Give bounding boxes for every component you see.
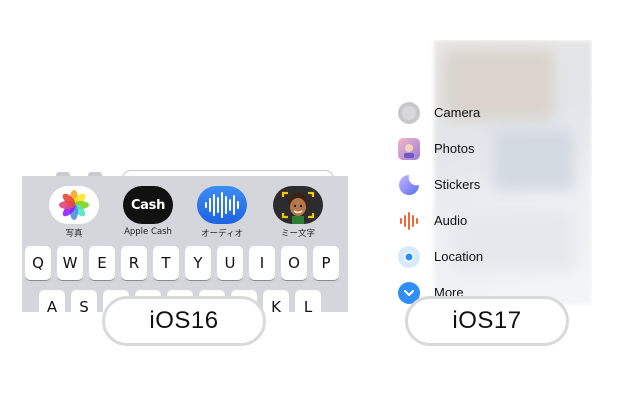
photos-icon [398, 138, 420, 160]
menu-label-location: Location [434, 249, 484, 264]
audio-waveform-icon [197, 186, 247, 224]
ios17-panel: Camera Photos Stickers Audio Location Mo… [392, 40, 592, 305]
caption-ios17: iOS17 [405, 296, 569, 346]
key-q[interactable]: Q [25, 246, 51, 280]
audio-icon [398, 210, 420, 232]
app-apple-cash[interactable]: Cash Apple Cash [110, 186, 186, 237]
key-o[interactable]: O [281, 246, 307, 280]
key-e[interactable]: E [89, 246, 115, 280]
menu-item-location[interactable]: Location [392, 244, 572, 272]
menu-label-stickers: Stickers [434, 177, 481, 192]
key-k[interactable]: K [263, 290, 289, 312]
camera-icon [398, 102, 420, 124]
app-memoji[interactable]: ミー文字 [260, 186, 336, 239]
keyboard: 写真 Cash Apple Cash オーディオ ミー文字 Q W E R T … [22, 176, 348, 312]
app-photos[interactable]: 写真 [36, 186, 112, 239]
menu-item-stickers[interactable]: Stickers [392, 172, 572, 200]
stickers-icon [398, 174, 420, 196]
menu-label-audio: Audio [434, 213, 468, 228]
caption-ios16: iOS16 [102, 296, 266, 346]
app-label-apple-cash: Apple Cash [124, 227, 172, 237]
menu-item-photos[interactable]: Photos [392, 136, 572, 164]
key-t[interactable]: T [153, 246, 179, 280]
menu-label-photos: Photos [434, 141, 475, 156]
apple-cash-icon: Cash [123, 186, 173, 224]
app-audio[interactable]: オーディオ [184, 186, 260, 239]
apple-cash-icon-text: Cash [130, 198, 166, 213]
memoji-icon [273, 186, 323, 224]
key-y[interactable]: Y [185, 246, 211, 280]
app-label-memoji: ミー文字 [280, 229, 315, 239]
menu-label-camera: Camera [434, 105, 481, 120]
app-label-audio: オーディオ [201, 229, 243, 239]
key-a[interactable]: A [39, 290, 65, 312]
photos-icon [49, 186, 99, 224]
key-row-1: Q W E R T Y U I O P [22, 246, 348, 280]
menu-item-audio[interactable]: Audio [392, 208, 572, 236]
key-i[interactable]: I [249, 246, 275, 280]
key-p[interactable]: P [313, 246, 339, 280]
key-s[interactable]: S [71, 290, 97, 312]
key-u[interactable]: U [217, 246, 243, 280]
app-label-photos: 写真 [65, 229, 83, 239]
location-icon [398, 246, 420, 268]
key-l[interactable]: L [295, 290, 321, 312]
menu-item-camera[interactable]: Camera [392, 100, 572, 128]
app-drawer: 写真 Cash Apple Cash オーディオ ミー文字 [22, 176, 348, 240]
key-r[interactable]: R [121, 246, 147, 280]
ios16-panel: 写真 Cash Apple Cash オーディオ ミー文字 Q W E R T … [22, 170, 348, 312]
key-w[interactable]: W [57, 246, 83, 280]
